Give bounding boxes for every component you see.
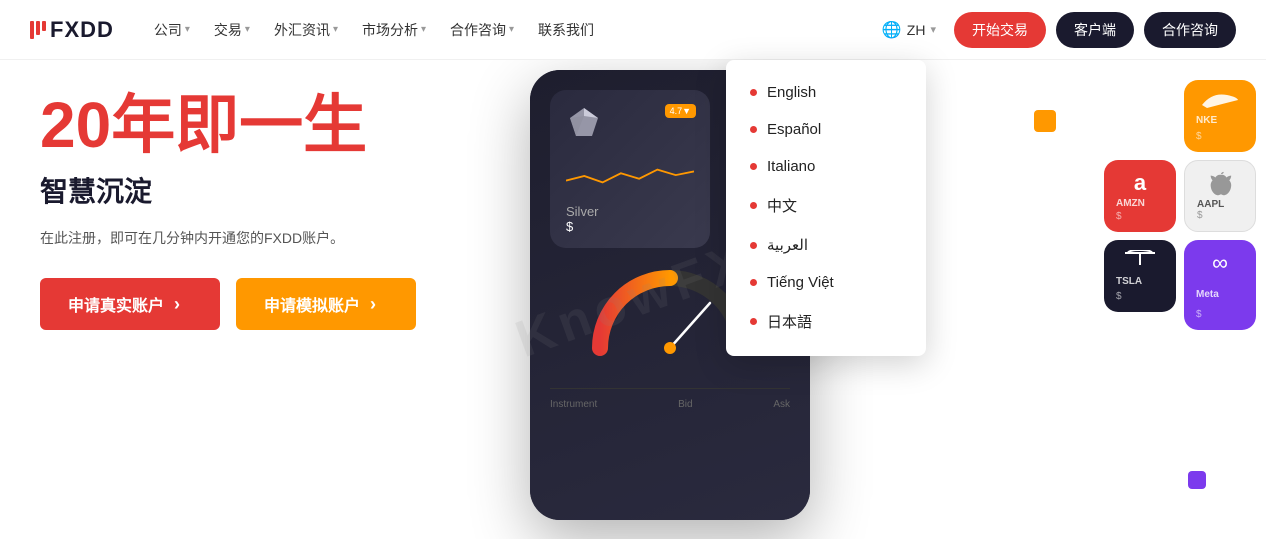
nav-item-analysis[interactable]: 市场分析 ▾ bbox=[352, 14, 436, 46]
aapl-ticker: AAPL bbox=[1197, 199, 1243, 210]
lang-bullet-espanol bbox=[750, 126, 757, 133]
lang-bullet-italiano bbox=[750, 163, 757, 170]
stock-cards-area: NKE $ a AMZN $ AAPL $ bbox=[1036, 60, 1266, 539]
lang-option-arabic[interactable]: العربية bbox=[726, 226, 926, 264]
nav-actions: 🌐 ZH ▾ 开始交易 客户端 合作咨询 bbox=[874, 12, 1236, 48]
nav-item-partner[interactable]: 合作咨询 ▾ bbox=[440, 14, 524, 46]
lang-label-chinese: 中文 bbox=[767, 195, 797, 216]
language-dropdown: English Español Italiano 中文 العربية Tiến… bbox=[726, 60, 926, 356]
stock-card-aapl: AAPL $ bbox=[1184, 160, 1256, 232]
stock-card-amzn: a AMZN $ bbox=[1104, 160, 1176, 232]
globe-icon: 🌐 bbox=[882, 20, 902, 40]
apply-real-account-button[interactable]: 申请真实账户 › bbox=[40, 278, 220, 330]
logo-bar-1 bbox=[30, 21, 34, 39]
nav-chevron-partner: ▾ bbox=[509, 24, 514, 35]
nav-chevron-news: ▾ bbox=[333, 24, 338, 35]
silver-badge: 4.7▼ bbox=[665, 104, 696, 118]
nav-item-company[interactable]: 公司 ▾ bbox=[144, 14, 200, 46]
nav-label-company: 公司 bbox=[154, 20, 182, 40]
tsla-ticker: TSLA bbox=[1116, 276, 1164, 287]
apply-demo-label: 申请模拟账户 bbox=[264, 292, 360, 316]
lang-code: ZH bbox=[907, 22, 926, 38]
nav-item-contact[interactable]: 联系我们 bbox=[528, 14, 604, 46]
apply-real-label: 申请真实账户 bbox=[68, 292, 164, 316]
lang-label-arabic: العربية bbox=[767, 236, 808, 254]
amzn-currency: $ bbox=[1116, 211, 1164, 222]
apply-real-arrow-icon: › bbox=[174, 294, 180, 315]
nav-label-trade: 交易 bbox=[214, 20, 242, 40]
hero-description: 在此注册，即可在几分钟内开通您的FXDD账户。 bbox=[40, 228, 440, 248]
lang-bullet-japanese bbox=[750, 318, 757, 325]
ask-label: Ask bbox=[773, 399, 790, 410]
lang-label-japanese: 日本語 bbox=[767, 311, 812, 332]
stock-card-nke: NKE $ bbox=[1184, 80, 1256, 152]
nav-links: 公司 ▾ 交易 ▾ 外汇资讯 ▾ 市场分析 ▾ 合作咨询 ▾ 联系我们 bbox=[144, 14, 874, 46]
client-portal-button[interactable]: 客户端 bbox=[1056, 12, 1134, 48]
logo-bar-3 bbox=[42, 21, 46, 31]
nav-label-contact: 联系我们 bbox=[538, 20, 594, 40]
lang-label-italiano: Italiano bbox=[767, 158, 815, 175]
lang-chevron-icon: ▾ bbox=[930, 23, 936, 36]
bid-label: Bid bbox=[678, 399, 692, 410]
logo-bar-2 bbox=[36, 21, 40, 35]
amzn-ticker: AMZN bbox=[1116, 198, 1164, 209]
lang-option-espanol[interactable]: Español bbox=[726, 111, 926, 148]
nav-label-news: 外汇资讯 bbox=[274, 20, 330, 40]
tsla-currency: $ bbox=[1116, 291, 1164, 302]
main-content: 20年即一生 智慧沉淀 在此注册，即可在几分钟内开通您的FXDD账户。 申请真实… bbox=[0, 60, 1266, 539]
hero-section: 20年即一生 智慧沉淀 在此注册，即可在几分钟内开通您的FXDD账户。 申请真实… bbox=[0, 60, 480, 539]
hero-subtitle: 智慧沉淀 bbox=[40, 170, 440, 210]
logo-text: FXDD bbox=[50, 17, 114, 43]
partner-consult-button[interactable]: 合作咨询 bbox=[1144, 12, 1236, 48]
tesla-logo-icon bbox=[1123, 250, 1157, 268]
lang-option-japanese[interactable]: 日本語 bbox=[726, 301, 926, 342]
apply-demo-account-button[interactable]: 申请模拟账户 › bbox=[236, 278, 416, 330]
lang-option-italiano[interactable]: Italiano bbox=[726, 148, 926, 185]
nke-ticker: NKE bbox=[1196, 115, 1244, 126]
silver-chart-icon bbox=[566, 161, 694, 191]
lang-bullet-vietnamese bbox=[750, 279, 757, 286]
silver-card: Silver $ 4.7▼ bbox=[550, 90, 710, 248]
silver-gemstone-icon bbox=[566, 104, 602, 140]
nav-label-partner: 合作咨询 bbox=[450, 20, 506, 40]
meta-ticker: Meta bbox=[1196, 289, 1244, 300]
stock-card-meta: ∞ Meta $ bbox=[1184, 240, 1256, 330]
navbar: FXDD 公司 ▾ 交易 ▾ 外汇资讯 ▾ 市场分析 ▾ 合作咨询 ▾ 联系我们… bbox=[0, 0, 1266, 60]
nav-item-trade[interactable]: 交易 ▾ bbox=[204, 14, 260, 46]
nav-chevron-company: ▾ bbox=[185, 24, 190, 35]
lang-bullet-arabic bbox=[750, 242, 757, 249]
silver-label: Silver bbox=[566, 204, 694, 219]
lang-bullet-chinese bbox=[750, 202, 757, 209]
apple-logo-icon bbox=[1205, 171, 1235, 199]
nke-currency: $ bbox=[1196, 131, 1244, 142]
start-trading-button[interactable]: 开始交易 bbox=[954, 12, 1046, 48]
instrument-label: Instrument bbox=[550, 399, 597, 410]
instrument-row: Instrument Bid Ask bbox=[550, 388, 790, 410]
language-selector[interactable]: 🌐 ZH ▾ bbox=[874, 16, 944, 44]
hero-title: 20年即一生 bbox=[40, 90, 440, 160]
apply-demo-arrow-icon: › bbox=[370, 294, 376, 315]
lang-bullet-english bbox=[750, 89, 757, 96]
nav-item-news[interactable]: 外汇资讯 ▾ bbox=[264, 14, 348, 46]
lang-option-english[interactable]: English bbox=[726, 74, 926, 111]
lang-option-vietnamese[interactable]: Tiếng Việt bbox=[726, 264, 926, 301]
stock-card-tsla: TSLA $ bbox=[1104, 240, 1176, 312]
lang-option-chinese[interactable]: 中文 bbox=[726, 185, 926, 226]
nav-chevron-analysis: ▾ bbox=[421, 24, 426, 35]
aapl-currency: $ bbox=[1197, 210, 1243, 221]
nav-label-analysis: 市场分析 bbox=[362, 20, 418, 40]
lang-label-espanol: Español bbox=[767, 121, 821, 138]
silver-price: $ bbox=[566, 219, 694, 234]
meta-currency: $ bbox=[1196, 309, 1244, 320]
cta-buttons: 申请真实账户 › 申请模拟账户 › bbox=[40, 278, 440, 330]
nav-chevron-trade: ▾ bbox=[245, 24, 250, 35]
nike-logo-icon bbox=[1202, 90, 1238, 110]
logo[interactable]: FXDD bbox=[30, 17, 114, 43]
logo-bars-icon bbox=[30, 21, 46, 39]
lang-label-vietnamese: Tiếng Việt bbox=[767, 274, 834, 291]
lang-label-english: English bbox=[767, 84, 816, 101]
